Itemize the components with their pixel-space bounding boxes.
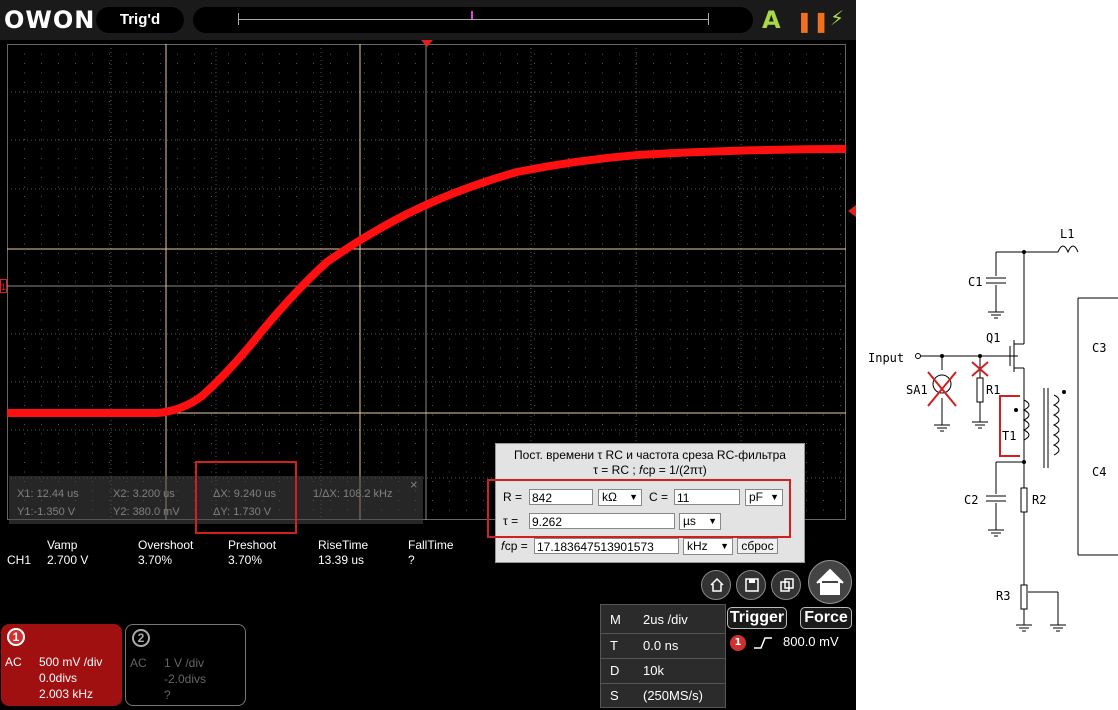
meas-value-preshoot: 3.70%: [228, 553, 263, 567]
f-unit-select[interactable]: kHz ▼: [683, 538, 733, 555]
schematic-label-r3: R3: [996, 589, 1010, 603]
trigger-info: 1 800.0 mV: [727, 632, 852, 706]
meas-value-overshoot: 3.70%: [138, 553, 173, 567]
trigger-level: 800.0 mV: [783, 634, 839, 649]
schematic-label-t1: T1: [1002, 429, 1016, 443]
ch1-frequency: 2.003 kHz: [39, 687, 94, 701]
trigger-position-marker: [471, 11, 473, 19]
brand-logo: OWON: [4, 6, 96, 34]
cursor-x1-value: X1: 12.44 us: [17, 488, 79, 500]
ch2-scale: 1 V /div: [164, 656, 205, 670]
f-label: 𝑓ср =: [501, 539, 528, 553]
rising-edge-icon: [754, 637, 772, 649]
pause-icon[interactable]: ❚❚: [796, 9, 830, 33]
trigger-source-badge: 1: [730, 635, 746, 651]
trigger-level-arrow: [848, 205, 856, 217]
measurement-bar: Vamp Overshoot Preshoot RiseTime FallTim…: [0, 536, 500, 570]
schematic-label-l1: L1: [1060, 227, 1074, 241]
home-icon: [816, 568, 844, 595]
horizontal-row-depth: D 10k: [601, 658, 725, 684]
ch1-ground-marker[interactable]: 1: [0, 279, 7, 293]
channel2-number: 2: [132, 629, 150, 647]
schematic-label-sa1: SA1: [906, 383, 928, 397]
channel1-panel[interactable]: 1 AC 500 mV /div 0.0divs 2.003 kHz: [1, 624, 122, 706]
schematic-label-input: Input: [868, 351, 904, 365]
rc-title-line2: τ = RC ; 𝑓ср = 1/(2πτ): [593, 463, 707, 477]
meas-header-overshoot: Overshoot: [138, 538, 194, 552]
meas-value-falltime: ?: [408, 553, 415, 567]
trigger-status: Trig'd: [96, 7, 184, 33]
meas-header-vamp: Vamp: [47, 538, 78, 552]
meas-header-falltime: FallTime: [408, 538, 454, 552]
close-icon[interactable]: ×: [410, 477, 418, 492]
top-bar: OWON Trig'd A ❚❚ ⚡: [0, 0, 856, 40]
schematic-label-c1: C1: [968, 275, 982, 289]
ch1-offset: 0.0divs: [39, 671, 78, 685]
schematic-label-c3: C3: [1092, 341, 1106, 355]
cursor-x2-value: X2: 3.200 us: [113, 488, 175, 500]
meas-value-risetime: 13.39 us: [318, 553, 365, 567]
highlight-box-rc: [487, 479, 791, 538]
horizontal-row-samplerate: S (250MS/s): [601, 683, 725, 709]
auto-icon[interactable]: A: [762, 6, 781, 34]
power-icon[interactable]: ⚡: [830, 6, 844, 30]
main-home-button[interactable]: [808, 560, 852, 604]
schematic-label-q1: Q1: [986, 331, 1000, 345]
ch2-frequency: ?: [164, 688, 171, 702]
reset-button[interactable]: сброс: [737, 538, 778, 554]
schematic-label-c4: C4: [1092, 465, 1106, 479]
highlight-box-delta: [195, 461, 297, 534]
schematic-label-c2: C2: [964, 493, 978, 507]
horizontal-row-time: T 0.0 ns: [601, 633, 725, 659]
ch1-coupling: AC: [5, 655, 22, 669]
horizontal-panel[interactable]: M 2us /div T 0.0 ns D 10k S (250MS/s): [600, 604, 726, 708]
ch1-scale: 500 mV /div: [39, 655, 103, 669]
meas-header-risetime: RiseTime: [318, 538, 369, 552]
meas-channel: CH1: [7, 553, 32, 567]
ch2-offset: -2.0divs: [164, 672, 207, 686]
rc-title-line1: Пост. времени τ RC и частота среза RC-фи…: [514, 448, 786, 462]
horizontal-row-main: M 2us /div: [610, 612, 688, 627]
circuit-schematic: Input SA1 R1 Q1 C1 L1 T1 C2 R2 R3 C3 C4: [858, 0, 1118, 710]
schematic-label-r1: R1: [986, 383, 1000, 397]
oscilloscope-screen: OWON Trig'd A ❚❚ ⚡ 1 X1: 12.44 us X2: 3.…: [0, 0, 856, 710]
trigger-button[interactable]: Trigger: [727, 607, 787, 629]
timebase-position-bar[interactable]: [193, 7, 753, 33]
channel2-panel[interactable]: 2 AC 1 V /div -2.0divs ?: [125, 624, 246, 706]
cursor-y2-value: Y2: 380.0 mV: [113, 506, 180, 518]
channel1-number: 1: [7, 628, 25, 646]
cursor-y1-value: Y1:-1.350 V: [17, 506, 76, 518]
schematic-label-r2: R2: [1032, 493, 1046, 507]
meas-value-vamp: 2.700 V: [47, 553, 89, 567]
ch2-coupling: AC: [130, 656, 147, 670]
trigger-position-arrow: [421, 40, 433, 47]
meas-header-preshoot: Preshoot: [228, 538, 277, 552]
chevron-down-icon: ▼: [720, 541, 729, 551]
f-input[interactable]: 17.183647513901573: [534, 538, 679, 554]
force-button[interactable]: Force: [800, 607, 852, 629]
cursor-inv-dx-value: 1/ΔX: 108.2 kHz: [313, 488, 393, 500]
